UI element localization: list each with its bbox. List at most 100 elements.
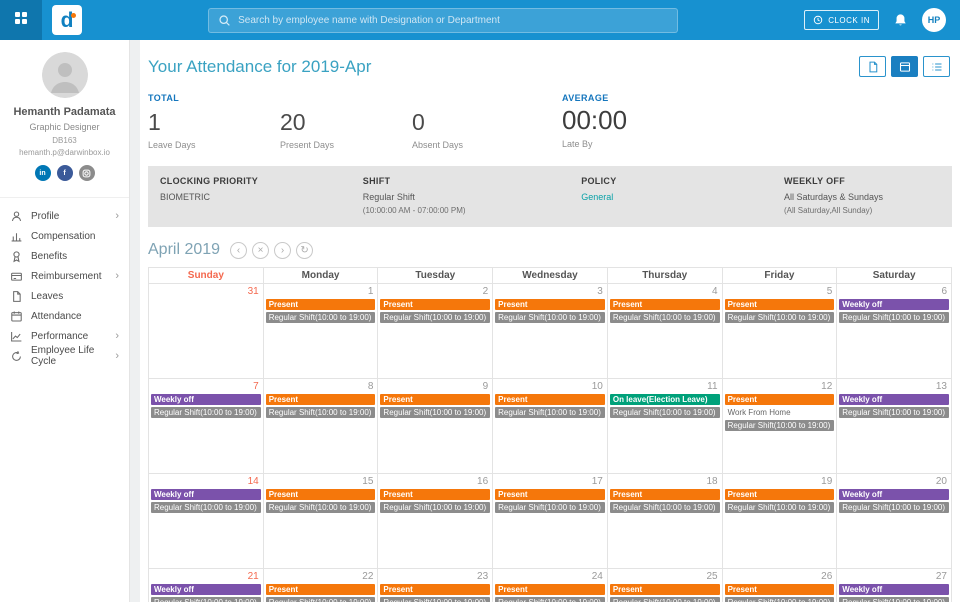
- event-shift[interactable]: Regular Shift(10:00 to 19:00): [266, 407, 376, 418]
- event-shift[interactable]: Regular Shift(10:00 to 19:00): [151, 597, 261, 602]
- event-present[interactable]: Present: [266, 299, 376, 310]
- search-input[interactable]: [238, 15, 668, 26]
- sidebar-item-compensation[interactable]: Compensation: [0, 226, 129, 246]
- calendar-cell[interactable]: 12PresentWork From HomeRegular Shift(10:…: [723, 379, 838, 474]
- calendar-cell[interactable]: 25PresentRegular Shift(10:00 to 19:00): [608, 569, 723, 602]
- sidebar-item-profile[interactable]: Profile›: [0, 206, 129, 226]
- file-view-button[interactable]: [859, 56, 886, 77]
- event-shift[interactable]: Regular Shift(10:00 to 19:00): [495, 502, 605, 513]
- calendar-cell[interactable]: 19PresentRegular Shift(10:00 to 19:00): [723, 474, 838, 569]
- sidebar-item-employee-life-cycle[interactable]: Employee Life Cycle›: [0, 346, 129, 366]
- event-shift[interactable]: Regular Shift(10:00 to 19:00): [495, 597, 605, 602]
- close-button[interactable]: ×: [252, 242, 269, 259]
- calendar-cell[interactable]: 26PresentRegular Shift(10:00 to 19:00): [723, 569, 838, 602]
- event-present[interactable]: Present: [495, 299, 605, 310]
- event-present[interactable]: Present: [495, 489, 605, 500]
- calendar-cell[interactable]: 10PresentRegular Shift(10:00 to 19:00): [493, 379, 608, 474]
- event-shift[interactable]: Regular Shift(10:00 to 19:00): [610, 312, 720, 323]
- event-shift[interactable]: Regular Shift(10:00 to 19:00): [839, 407, 949, 418]
- calendar-cell[interactable]: 20Weekly offRegular Shift(10:00 to 19:00…: [837, 474, 952, 569]
- list-view-button[interactable]: [923, 56, 950, 77]
- event-present[interactable]: Present: [266, 394, 376, 405]
- calendar-cell[interactable]: 2PresentRegular Shift(10:00 to 19:00): [378, 284, 493, 379]
- event-weekly_off[interactable]: Weekly off: [839, 489, 949, 500]
- event-present[interactable]: Present: [725, 394, 835, 405]
- calendar-cell[interactable]: 8PresentRegular Shift(10:00 to 19:00): [264, 379, 379, 474]
- event-weekly_off[interactable]: Weekly off: [839, 299, 949, 310]
- instagram-icon[interactable]: [79, 165, 95, 181]
- calendar-cell[interactable]: 24PresentRegular Shift(10:00 to 19:00): [493, 569, 608, 602]
- calendar-cell[interactable]: 16PresentRegular Shift(10:00 to 19:00): [378, 474, 493, 569]
- calendar-cell[interactable]: 15PresentRegular Shift(10:00 to 19:00): [264, 474, 379, 569]
- sidebar-item-benefits[interactable]: Benefits: [0, 246, 129, 266]
- calendar-cell[interactable]: 4PresentRegular Shift(10:00 to 19:00): [608, 284, 723, 379]
- event-shift[interactable]: Regular Shift(10:00 to 19:00): [725, 312, 835, 323]
- event-leave[interactable]: On leave(Election Leave): [610, 394, 720, 405]
- global-search[interactable]: [208, 8, 678, 33]
- event-shift[interactable]: Regular Shift(10:00 to 19:00): [495, 407, 605, 418]
- event-shift[interactable]: Regular Shift(10:00 to 19:00): [266, 312, 376, 323]
- event-present[interactable]: Present: [495, 584, 605, 595]
- darwinbox-logo[interactable]: d: [52, 5, 82, 35]
- event-weekly_off[interactable]: Weekly off: [151, 584, 261, 595]
- calendar-cell[interactable]: 5PresentRegular Shift(10:00 to 19:00): [723, 284, 838, 379]
- event-present[interactable]: Present: [725, 584, 835, 595]
- bell-icon[interactable]: [893, 13, 908, 28]
- event-present[interactable]: Present: [610, 299, 720, 310]
- sidebar-item-attendance[interactable]: Attendance: [0, 306, 129, 326]
- event-present[interactable]: Present: [380, 584, 490, 595]
- event-shift[interactable]: Regular Shift(10:00 to 19:00): [380, 597, 490, 602]
- calendar-cell[interactable]: 11On leave(Election Leave)Regular Shift(…: [608, 379, 723, 474]
- user-avatar[interactable]: HP: [922, 8, 946, 32]
- event-weekly_off[interactable]: Weekly off: [151, 489, 261, 500]
- event-present[interactable]: Present: [266, 489, 376, 500]
- event-shift[interactable]: Regular Shift(10:00 to 19:00): [610, 597, 720, 602]
- apps-grid-button[interactable]: [0, 0, 42, 40]
- event-present[interactable]: Present: [495, 394, 605, 405]
- event-present[interactable]: Present: [266, 584, 376, 595]
- next-month-button[interactable]: ›: [274, 242, 291, 259]
- prev-month-button[interactable]: ‹: [230, 242, 247, 259]
- event-shift[interactable]: Regular Shift(10:00 to 19:00): [610, 407, 720, 418]
- event-present[interactable]: Present: [380, 394, 490, 405]
- event-shift[interactable]: Regular Shift(10:00 to 19:00): [380, 407, 490, 418]
- calendar-cell[interactable]: 14Weekly offRegular Shift(10:00 to 19:00…: [149, 474, 264, 569]
- clock-in-button[interactable]: CLOCK IN: [804, 10, 879, 30]
- calendar-cell[interactable]: 9PresentRegular Shift(10:00 to 19:00): [378, 379, 493, 474]
- calendar-cell[interactable]: 31: [149, 284, 264, 379]
- event-present[interactable]: Present: [610, 489, 720, 500]
- calendar-cell[interactable]: 13Weekly offRegular Shift(10:00 to 19:00…: [837, 379, 952, 474]
- facebook-icon[interactable]: f: [57, 165, 73, 181]
- event-shift[interactable]: Regular Shift(10:00 to 19:00): [151, 502, 261, 513]
- event-shift[interactable]: Regular Shift(10:00 to 19:00): [266, 502, 376, 513]
- event-shift[interactable]: Regular Shift(10:00 to 19:00): [725, 597, 835, 602]
- sidebar-item-reimbursement[interactable]: Reimbursement›: [0, 266, 129, 286]
- calendar-cell[interactable]: 7Weekly offRegular Shift(10:00 to 19:00): [149, 379, 264, 474]
- sidebar-item-performance[interactable]: Performance›: [0, 326, 129, 346]
- event-present[interactable]: Present: [380, 299, 490, 310]
- policy-link[interactable]: General: [581, 192, 784, 202]
- event-shift[interactable]: Regular Shift(10:00 to 19:00): [380, 502, 490, 513]
- calendar-cell[interactable]: 23PresentRegular Shift(10:00 to 19:00): [378, 569, 493, 602]
- refresh-button[interactable]: ↻: [296, 242, 313, 259]
- event-shift[interactable]: Regular Shift(10:00 to 19:00): [839, 597, 949, 602]
- calendar-cell[interactable]: 6Weekly offRegular Shift(10:00 to 19:00): [837, 284, 952, 379]
- calendar-cell[interactable]: 3PresentRegular Shift(10:00 to 19:00): [493, 284, 608, 379]
- event-wfh[interactable]: Work From Home: [725, 407, 835, 418]
- event-present[interactable]: Present: [725, 489, 835, 500]
- event-weekly_off[interactable]: Weekly off: [151, 394, 261, 405]
- event-weekly_off[interactable]: Weekly off: [839, 394, 949, 405]
- profile-avatar[interactable]: [42, 52, 88, 98]
- event-shift[interactable]: Regular Shift(10:00 to 19:00): [495, 312, 605, 323]
- calendar-cell[interactable]: 17PresentRegular Shift(10:00 to 19:00): [493, 474, 608, 569]
- calendar-cell[interactable]: 21Weekly offRegular Shift(10:00 to 19:00…: [149, 569, 264, 602]
- sidebar-item-leaves[interactable]: Leaves: [0, 286, 129, 306]
- event-shift[interactable]: Regular Shift(10:00 to 19:00): [725, 502, 835, 513]
- event-shift[interactable]: Regular Shift(10:00 to 19:00): [839, 312, 949, 323]
- calendar-cell[interactable]: 22PresentRegular Shift(10:00 to 19:00): [264, 569, 379, 602]
- calendar-cell[interactable]: 27Weekly offRegular Shift(10:00 to 19:00…: [837, 569, 952, 602]
- event-present[interactable]: Present: [380, 489, 490, 500]
- calendar-cell[interactable]: 18PresentRegular Shift(10:00 to 19:00): [608, 474, 723, 569]
- event-shift[interactable]: Regular Shift(10:00 to 19:00): [610, 502, 720, 513]
- event-weekly_off[interactable]: Weekly off: [839, 584, 949, 595]
